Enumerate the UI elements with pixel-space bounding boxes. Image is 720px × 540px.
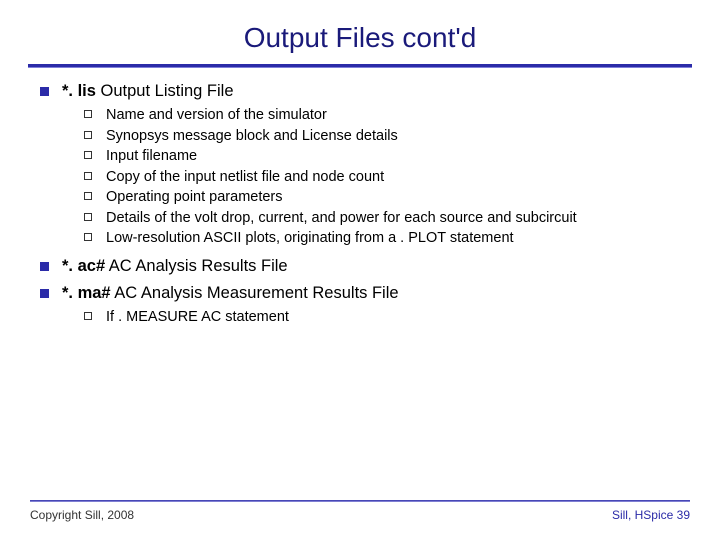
- sub-item: Synopsys message block and License detai…: [84, 127, 680, 146]
- sub-list: Name and version of the simulator Synopsy…: [62, 106, 680, 248]
- page-number: 39: [677, 508, 690, 522]
- slide-title: Output Files cont'd: [0, 0, 720, 64]
- top-item: *. lis Output Listing File Name and versi…: [40, 81, 680, 248]
- sub-list: If . MEASURE AC statement: [62, 308, 680, 327]
- title-rule: [28, 64, 692, 67]
- footer-row: Copyright Sill, 2008 Sill, HSpice 39: [30, 508, 690, 522]
- sub-item: Details of the volt drop, current, and p…: [84, 209, 680, 228]
- sub-item: Input filename: [84, 147, 680, 166]
- sub-item: Low-resolution ASCII plots, originating …: [84, 229, 680, 248]
- top-item: *. ac# AC Analysis Results File: [40, 256, 680, 277]
- top-item: *. ma# AC Analysis Measurement Results F…: [40, 283, 680, 327]
- sub-item: Name and version of the simulator: [84, 106, 680, 125]
- footer-right-label: Sill, HSpice: [612, 508, 673, 522]
- slide: Output Files cont'd *. lis Output Listin…: [0, 0, 720, 540]
- title-rule-wrap: [28, 64, 692, 67]
- top-item-label: *. ac# AC Analysis Results File: [62, 256, 680, 277]
- sub-item: If . MEASURE AC statement: [84, 308, 680, 327]
- top-level-list: *. lis Output Listing File Name and versi…: [40, 81, 680, 327]
- top-item-label: *. ma# AC Analysis Measurement Results F…: [62, 283, 680, 304]
- footer-rule: [30, 500, 690, 502]
- footer-right: Sill, HSpice 39: [612, 508, 690, 522]
- content-area: *. lis Output Listing File Name and versi…: [0, 81, 720, 327]
- footer: Copyright Sill, 2008 Sill, HSpice 39: [0, 500, 720, 522]
- copyright-text: Copyright Sill, 2008: [30, 508, 134, 522]
- sub-item: Copy of the input netlist file and node …: [84, 168, 680, 187]
- sub-item: Operating point parameters: [84, 188, 680, 207]
- top-item-label: *. lis Output Listing File: [62, 81, 680, 102]
